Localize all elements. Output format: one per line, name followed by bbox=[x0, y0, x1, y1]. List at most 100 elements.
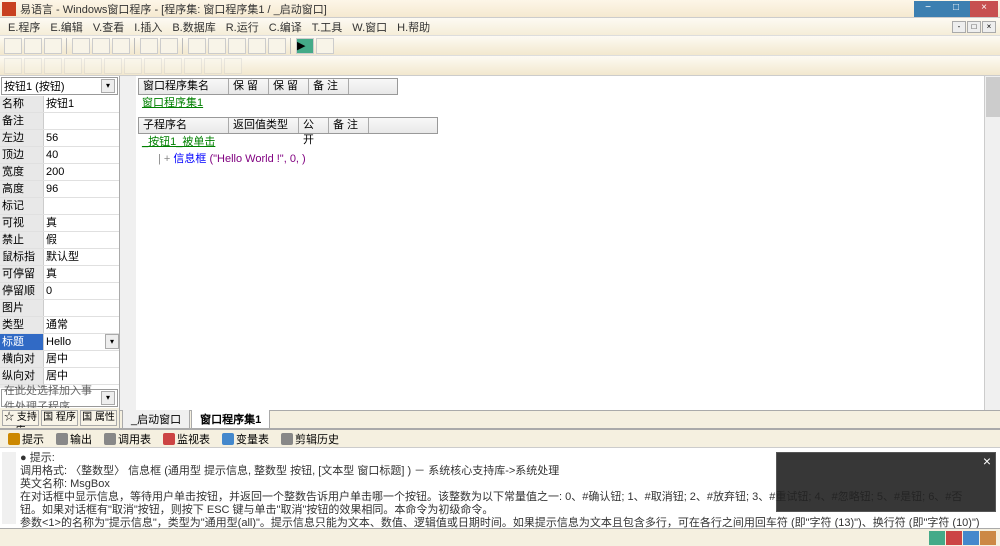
tool-e[interactable] bbox=[268, 38, 286, 54]
menu-database[interactable]: B.数据库 bbox=[168, 19, 219, 35]
align-7[interactable] bbox=[124, 58, 142, 74]
prop-row-鼠标指针[interactable]: 鼠标指针默认型 bbox=[0, 249, 119, 266]
menubar: E.程序 E.编辑 V.查看 I.插入 B.数据库 R.运行 C.编译 T.工具… bbox=[0, 18, 1000, 36]
menu-tools[interactable]: T.工具 bbox=[308, 19, 347, 35]
align-1[interactable] bbox=[4, 58, 22, 74]
mdi-restore-button[interactable]: □ bbox=[967, 21, 981, 33]
prop-row-禁止[interactable]: 禁止假 bbox=[0, 232, 119, 249]
align-11[interactable] bbox=[204, 58, 222, 74]
minimize-button[interactable]: − bbox=[914, 1, 942, 17]
align-8[interactable] bbox=[144, 58, 162, 74]
prop-row-标题[interactable]: 标题Hello▾ bbox=[0, 334, 119, 351]
menu-help[interactable]: H.帮助 bbox=[393, 19, 434, 35]
tool-open[interactable] bbox=[24, 38, 42, 54]
tool-run[interactable]: ▶ bbox=[296, 38, 314, 54]
prop-row-顶边[interactable]: 顶边40 bbox=[0, 147, 119, 164]
object-selector[interactable]: 按钮1 (按钮) ▾ bbox=[1, 77, 118, 95]
prop-row-类型[interactable]: 类型通常 bbox=[0, 317, 119, 334]
align-4[interactable] bbox=[64, 58, 82, 74]
leftbtn-props[interactable]: 国 属性 bbox=[80, 410, 117, 426]
menu-run[interactable]: R.运行 bbox=[222, 19, 263, 35]
editor-tabs: _启动窗口 窗口程序集1 bbox=[120, 410, 1000, 428]
menu-insert[interactable]: I.插入 bbox=[130, 19, 166, 35]
align-6[interactable] bbox=[104, 58, 122, 74]
help-text: ● 提示: 调用格式: 〈整数型〉 信息框 (通用型 提示信息, 整数型 按钮,… bbox=[0, 448, 1000, 528]
tool-paste[interactable] bbox=[112, 38, 130, 54]
prop-row-宽度[interactable]: 宽度200 bbox=[0, 164, 119, 181]
tab-assembly1[interactable]: 窗口程序集1 bbox=[191, 409, 270, 428]
tool-undo[interactable] bbox=[140, 38, 158, 54]
align-5[interactable] bbox=[84, 58, 102, 74]
tool-c[interactable] bbox=[228, 38, 246, 54]
btab-clip[interactable]: 剪辑历史 bbox=[277, 431, 343, 447]
align-3[interactable] bbox=[44, 58, 62, 74]
btab-output[interactable]: 输出 bbox=[52, 431, 96, 447]
help-scrollbar[interactable] bbox=[2, 452, 16, 524]
event-selector[interactable]: 在此处选择加入事件处理子程序 ▾ bbox=[1, 389, 118, 407]
btab-hint[interactable]: 提示 bbox=[4, 431, 48, 447]
status-icon-1[interactable] bbox=[929, 531, 945, 545]
code-editor[interactable]: 窗口程序集名 保 留 保 留 备 注 窗口程序集1 子程序名 返回值类型 公开 … bbox=[136, 76, 1000, 410]
leftbtn-support[interactable]: ☆ 支持库 bbox=[2, 410, 39, 426]
leftbtn-program[interactable]: 国 程序 bbox=[41, 410, 78, 426]
status-icon-4[interactable] bbox=[980, 531, 996, 545]
align-12[interactable] bbox=[224, 58, 242, 74]
maximize-button[interactable]: □ bbox=[942, 1, 970, 17]
tool-redo[interactable] bbox=[160, 38, 178, 54]
menu-edit[interactable]: E.编辑 bbox=[46, 19, 86, 35]
property-grid[interactable]: 名称按钮1备注左边56顶边40宽度200高度96标记可视真禁止假鼠标指针默认型可… bbox=[0, 96, 119, 388]
btab-calls[interactable]: 调用表 bbox=[100, 431, 155, 447]
tool-new[interactable] bbox=[4, 38, 22, 54]
close-icon[interactable]: × bbox=[983, 455, 991, 468]
prop-row-备注[interactable]: 备注 bbox=[0, 113, 119, 130]
tool-a[interactable] bbox=[188, 38, 206, 54]
prop-row-名称[interactable]: 名称按钮1 bbox=[0, 96, 119, 113]
scrollbar-vertical[interactable] bbox=[984, 76, 1000, 410]
align-9[interactable] bbox=[164, 58, 182, 74]
tool-copy[interactable] bbox=[92, 38, 110, 54]
asm-row[interactable]: 窗口程序集1 bbox=[138, 96, 398, 113]
window-title: 易语言 - Windows窗口程序 - [程序集: 窗口程序集1 / _启动窗口… bbox=[20, 1, 914, 17]
menu-compile[interactable]: C.编译 bbox=[265, 19, 306, 35]
align-2[interactable] bbox=[24, 58, 42, 74]
btab-vars[interactable]: 变量表 bbox=[218, 431, 273, 447]
prop-row-可视[interactable]: 可视真 bbox=[0, 215, 119, 232]
dropdown-icon[interactable]: ▾ bbox=[101, 79, 115, 93]
prop-row-左边[interactable]: 左边56 bbox=[0, 130, 119, 147]
mdi-close-button[interactable]: × bbox=[982, 21, 996, 33]
prop-row-高度[interactable]: 高度96 bbox=[0, 181, 119, 198]
status-icon-2[interactable] bbox=[946, 531, 962, 545]
notification-popup[interactable]: × bbox=[776, 452, 996, 512]
menu-window[interactable]: W.窗口 bbox=[348, 19, 391, 35]
toolbar-align bbox=[0, 56, 1000, 76]
sub-row[interactable]: _按钮1_被单击 bbox=[138, 135, 438, 152]
tab-startup-window[interactable]: _启动窗口 bbox=[122, 409, 190, 428]
asm-header: 窗口程序集名 保 留 保 留 备 注 bbox=[138, 78, 398, 95]
btab-watch[interactable]: 监视表 bbox=[159, 431, 214, 447]
mdi-min-button[interactable]: - bbox=[952, 21, 966, 33]
close-button[interactable]: × bbox=[970, 1, 998, 17]
titlebar: 易语言 - Windows窗口程序 - [程序集: 窗口程序集1 / _启动窗口… bbox=[0, 0, 1000, 18]
property-panel: 按钮1 (按钮) ▾ 名称按钮1备注左边56顶边40宽度200高度96标记可视真… bbox=[0, 76, 120, 428]
menu-program[interactable]: E.程序 bbox=[4, 19, 44, 35]
status-icon-3[interactable] bbox=[963, 531, 979, 545]
tool-save[interactable] bbox=[44, 38, 62, 54]
app-icon bbox=[2, 2, 16, 16]
tool-d[interactable] bbox=[248, 38, 266, 54]
prop-row-可停留焦点[interactable]: 可停留焦点真 bbox=[0, 266, 119, 283]
dropdown-icon[interactable]: ▾ bbox=[101, 391, 115, 405]
menu-view[interactable]: V.查看 bbox=[89, 19, 128, 35]
toolbar-main: ▶ bbox=[0, 36, 1000, 56]
code-line[interactable]: | + 信息框 ("Hello World !", 0, ) bbox=[138, 152, 998, 167]
object-selector-value: 按钮1 (按钮) bbox=[4, 78, 101, 94]
tool-b[interactable] bbox=[208, 38, 226, 54]
align-10[interactable] bbox=[184, 58, 202, 74]
statusbar bbox=[0, 528, 1000, 546]
prop-row-标记[interactable]: 标记 bbox=[0, 198, 119, 215]
tool-stop[interactable] bbox=[316, 38, 334, 54]
prop-row-横向对齐方式[interactable]: 横向对齐方式居中 bbox=[0, 351, 119, 368]
prop-row-图片[interactable]: 图片 bbox=[0, 300, 119, 317]
prop-row-停留顺序[interactable]: 停留顺序0 bbox=[0, 283, 119, 300]
tool-cut[interactable] bbox=[72, 38, 90, 54]
dropdown-icon[interactable]: ▾ bbox=[105, 334, 119, 349]
